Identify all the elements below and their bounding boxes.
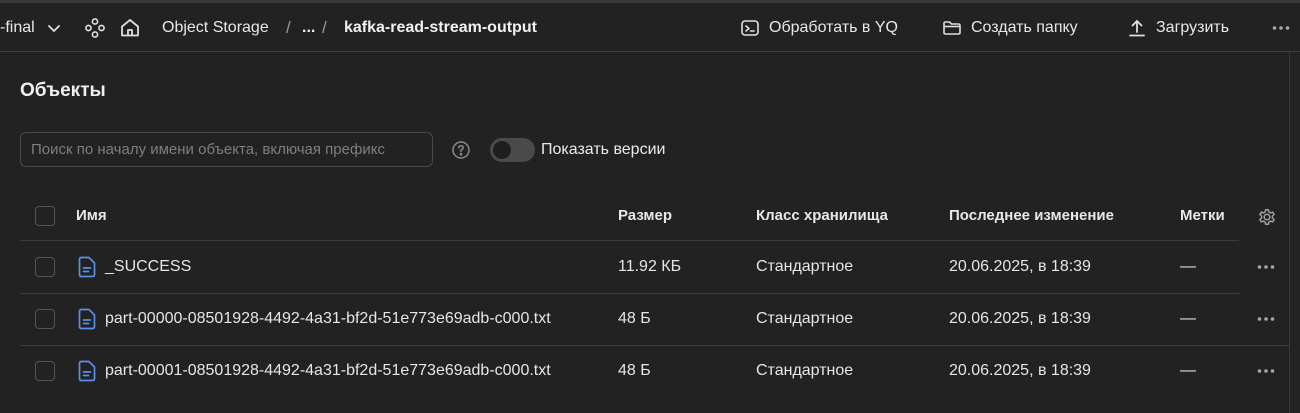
file-icon (78, 308, 96, 330)
file-icon (78, 256, 96, 278)
breadcrumb-service-label: Object Storage (162, 18, 269, 36)
object-labels: — (1180, 258, 1196, 275)
top-bar: -final Object Storage / ... / kafka-read… (0, 3, 1300, 52)
upload-label: Загрузить (1156, 18, 1230, 36)
help-icon[interactable] (451, 140, 471, 165)
more-horizontal-icon (1272, 25, 1290, 31)
breadcrumb-separator: / (322, 17, 327, 37)
breadcrumb-object-storage[interactable]: Object Storage (162, 3, 269, 52)
vertical-scrollbar[interactable] (1289, 52, 1300, 413)
table-settings-gear-icon[interactable] (1257, 207, 1277, 232)
select-all-checkbox[interactable] (35, 206, 55, 226)
object-modified: 20.06.2025, в 18:39 (949, 362, 1091, 379)
nodes-icon (84, 17, 106, 39)
object-storage-class: Стандартное (756, 362, 854, 379)
object-name-link[interactable]: part-00001-08501928-4492-4a31-bf2d-51e77… (78, 345, 551, 397)
upload-button[interactable]: Загрузить (1127, 3, 1229, 52)
breadcrumb-current: kafka-read-stream-output (344, 18, 537, 36)
column-header-labels[interactable]: Метки (1180, 207, 1225, 224)
row-checkbox[interactable] (35, 309, 55, 329)
object-labels: — (1180, 362, 1196, 379)
object-modified: 20.06.2025, в 18:39 (949, 310, 1091, 327)
table-row[interactable]: part-00000-08501928-4492-4a31-bf2d-51e77… (20, 293, 1290, 345)
process-in-yq-label: Обработать в YQ (769, 18, 898, 36)
object-name: _SUCCESS (105, 258, 192, 275)
table-row[interactable]: part-00001-08501928-4492-4a31-bf2d-51e77… (20, 345, 1290, 397)
process-in-yq-button[interactable]: Обработать в YQ (740, 3, 898, 52)
services-button[interactable] (84, 3, 115, 52)
column-header-name[interactable]: Имя (76, 207, 107, 224)
terminal-icon (740, 18, 760, 38)
create-folder-button[interactable]: Создать папку (942, 3, 1078, 52)
object-name: part-00000-08501928-4492-4a31-bf2d-51e77… (105, 310, 551, 327)
search-input[interactable] (20, 132, 433, 167)
column-header-size[interactable]: Размер (618, 207, 672, 224)
toggle-knob (493, 141, 511, 159)
row-checkbox[interactable] (35, 257, 55, 277)
object-storage-class: Стандартное (756, 258, 854, 275)
object-storage-class: Стандартное (756, 310, 854, 327)
chevron-down-icon (47, 21, 61, 35)
object-labels: — (1180, 310, 1196, 327)
row-more-icon[interactable] (1257, 241, 1275, 293)
table-row[interactable]: _SUCCESS 11.92 КБ Стандартное 20.06.2025… (20, 241, 1290, 293)
object-size: 11.92 КБ (618, 258, 682, 275)
create-folder-label: Создать папку (971, 18, 1078, 36)
header-more-button[interactable] (1272, 3, 1299, 52)
column-header-storage-class[interactable]: Класс хранилища (756, 207, 888, 224)
home-button[interactable] (119, 3, 150, 52)
breadcrumb-ellipsis[interactable]: ... (302, 3, 315, 52)
object-size: 48 Б (618, 310, 651, 327)
upload-icon (1127, 18, 1147, 38)
project-selector[interactable]: -final (0, 3, 70, 52)
row-more-icon[interactable] (1257, 345, 1275, 397)
object-name-link[interactable]: _SUCCESS (78, 241, 191, 293)
folder-icon (942, 18, 962, 38)
show-versions-toggle[interactable] (490, 138, 535, 162)
object-size: 48 Б (618, 362, 651, 379)
row-checkbox[interactable] (35, 361, 55, 381)
column-header-modified[interactable]: Последнее изменение (949, 207, 1114, 224)
file-icon (78, 360, 96, 382)
object-modified: 20.06.2025, в 18:39 (949, 258, 1091, 275)
object-name-link[interactable]: part-00000-08501928-4492-4a31-bf2d-51e77… (78, 293, 551, 345)
breadcrumb-separator: / (286, 17, 291, 37)
home-icon (119, 17, 141, 39)
object-name: part-00001-08501928-4492-4a31-bf2d-51e77… (105, 362, 551, 379)
project-name: -final (0, 18, 35, 36)
row-more-icon[interactable] (1257, 293, 1275, 345)
show-versions-label: Показать версии (541, 141, 666, 158)
page-title: Объекты (20, 80, 106, 101)
